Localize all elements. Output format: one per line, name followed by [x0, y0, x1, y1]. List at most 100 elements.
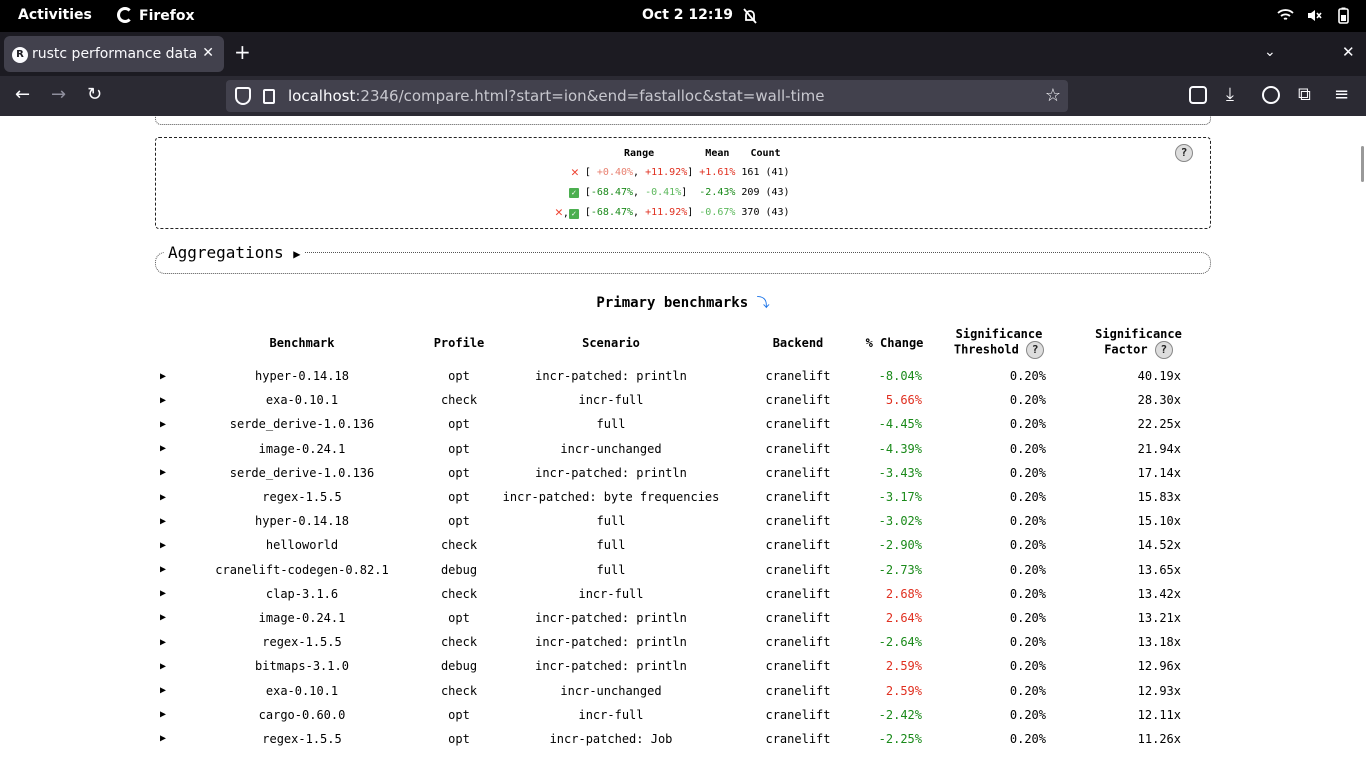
- range-high: -0.41%: [645, 186, 682, 198]
- reload-icon[interactable]: ↻: [87, 85, 102, 105]
- percent-change: 2.68%: [885, 586, 922, 601]
- table-row[interactable]: ▶ exa-0.10.1 check incr-full cranelift 5.66% 0…: [155, 388, 1209, 412]
- summary-help-button[interactable]: ?: [1175, 144, 1193, 162]
- percent-change: 5.66%: [885, 393, 922, 408]
- column-header-threshold[interactable]: Significance Threshold ?: [930, 322, 1068, 364]
- clock[interactable]: Oct 2 12:19: [642, 7, 733, 23]
- threshold-header-line2: Threshold: [953, 342, 1019, 357]
- table-row[interactable]: ▶ regex-1.5.5 opt incr-patched: byte freque…: [155, 485, 1209, 509]
- pocket-icon[interactable]: [1189, 86, 1207, 104]
- backend: cranelift: [765, 417, 831, 432]
- tracking-protection-icon[interactable]: [235, 87, 251, 105]
- system-tray[interactable]: [1277, 7, 1352, 24]
- scenario: incr-unchanged: [560, 441, 662, 456]
- significance-factor: 11.26x: [1137, 731, 1181, 746]
- expand-row-triangle-icon[interactable]: ▶: [155, 533, 171, 557]
- expand-row-triangle-icon[interactable]: ▶: [155, 654, 171, 678]
- tab-bar: R rustc performance data ✕ + ⌄ ✕: [0, 32, 1366, 76]
- percent-change: -3.17%: [878, 490, 922, 505]
- table-row[interactable]: ▶ bitmaps-3.1.0 debug incr-patched: println…: [155, 654, 1209, 678]
- table-row[interactable]: ▶ cargo-0.60.0 opt incr-full cranelift -2.42%…: [155, 703, 1209, 727]
- expand-row-triangle-icon[interactable]: ▶: [155, 388, 171, 412]
- table-row[interactable]: ▶ image-0.24.1 opt incr-unchanged cranelift -…: [155, 437, 1209, 461]
- expand-row-triangle-icon[interactable]: ▶: [155, 461, 171, 485]
- benchmark-name: hyper-0.14.18: [255, 369, 349, 384]
- table-row[interactable]: ▶ hyper-0.14.18 opt full cranelift -3.02% 0.20…: [155, 509, 1209, 533]
- significance-factor: 13.18x: [1137, 635, 1181, 650]
- page-info-icon[interactable]: [263, 89, 275, 104]
- expand-row-triangle-icon[interactable]: ▶: [155, 364, 171, 388]
- column-header-factor[interactable]: Significance Factor ?: [1068, 322, 1209, 364]
- profile: check: [440, 683, 478, 698]
- expand-row-triangle-icon[interactable]: ▶: [155, 437, 171, 461]
- aggregations-legend[interactable]: Aggregations ▶: [164, 243, 305, 262]
- summary-header-count: Count: [750, 147, 781, 159]
- significance-factor: 22.25x: [1137, 417, 1181, 432]
- table-row[interactable]: ▶ serde_derive-1.0.136 opt full cranelift -4.…: [155, 412, 1209, 436]
- table-row[interactable]: ▶ cranelift-codegen-0.82.1 debug full cranel…: [155, 558, 1209, 582]
- percent-change: 2.64%: [885, 610, 922, 625]
- significance-threshold: 0.20%: [1009, 441, 1046, 456]
- table-row[interactable]: ▶ hyper-0.14.18 opt incr-patched: println cr…: [155, 364, 1209, 388]
- bookmark-star-icon[interactable]: ☆: [1045, 85, 1061, 106]
- expand-row-triangle-icon[interactable]: ▶: [155, 678, 171, 702]
- percent-change: -2.42%: [878, 707, 922, 722]
- url-text[interactable]: localhost:2346/compare.html?start=ion&en…: [288, 87, 824, 105]
- significance-threshold: 0.20%: [1009, 586, 1046, 601]
- menu-icon[interactable]: ≡: [1334, 85, 1349, 105]
- back-icon[interactable]: ←: [15, 85, 30, 105]
- expand-row-triangle-icon[interactable]: ▶: [155, 558, 171, 582]
- table-row[interactable]: ▶ exa-0.10.1 check incr-unchanged cranelift 2…: [155, 678, 1209, 702]
- downloads-icon[interactable]: ⤓: [1226, 85, 1234, 105]
- table-row[interactable]: ▶ clap-3.1.6 check incr-full cranelift 2.68% 0…: [155, 582, 1209, 606]
- column-header-scenario[interactable]: Scenario: [485, 322, 737, 364]
- column-header-profile[interactable]: Profile: [433, 322, 485, 364]
- list-tabs-icon[interactable]: ⌄: [1264, 44, 1276, 60]
- notifications-muted-icon[interactable]: [741, 7, 759, 25]
- expand-triangle-icon[interactable]: ▶: [293, 247, 300, 261]
- backend: cranelift: [765, 707, 831, 722]
- scenario: full: [596, 514, 626, 529]
- column-header-benchmark[interactable]: Benchmark: [171, 322, 433, 364]
- url-bar[interactable]: localhost:2346/compare.html?start=ion&en…: [226, 80, 1068, 112]
- aggregations-section[interactable]: Aggregations ▶: [155, 243, 1211, 274]
- column-header-change[interactable]: % Change: [859, 322, 930, 364]
- summary-header-range: Range: [624, 147, 655, 159]
- expand-row-triangle-icon[interactable]: ▶: [155, 630, 171, 654]
- expand-row-triangle-icon[interactable]: ▶: [155, 412, 171, 436]
- factor-help-button[interactable]: ?: [1154, 341, 1173, 359]
- profile: check: [440, 393, 478, 408]
- expand-row-triangle-icon[interactable]: ▶: [155, 727, 171, 751]
- threshold-help-button[interactable]: ?: [1026, 341, 1045, 359]
- tab-active[interactable]: R rustc performance data ✕: [4, 36, 224, 72]
- expand-row-triangle-icon[interactable]: ▶: [155, 606, 171, 630]
- tab-close-icon[interactable]: ✕: [202, 45, 214, 61]
- expand-row-triangle-icon[interactable]: ▶: [155, 485, 171, 509]
- table-row[interactable]: ▶ regex-1.5.5 check incr-patched: println cr…: [155, 630, 1209, 654]
- expand-row-triangle-icon[interactable]: ▶: [155, 703, 171, 727]
- table-row[interactable]: ▶ regex-1.5.5 opt incr-patched: Job cranelif…: [155, 727, 1209, 751]
- forward-icon[interactable]: →: [51, 85, 66, 105]
- extensions-icon[interactable]: ⧉: [1298, 85, 1311, 105]
- activities-button[interactable]: Activities: [18, 7, 92, 23]
- expand-row-triangle-icon[interactable]: ▶: [155, 509, 171, 533]
- table-row[interactable]: ▶ helloworld check full cranelift -2.90% 0.20%…: [155, 533, 1209, 557]
- app-menu-button[interactable]: Firefox: [117, 7, 195, 24]
- expand-row-triangle-icon[interactable]: ▶: [155, 582, 171, 606]
- battery-icon: [1338, 7, 1349, 24]
- profile: opt: [448, 417, 470, 432]
- significance-threshold: 0.20%: [1009, 490, 1046, 505]
- new-tab-icon[interactable]: +: [234, 42, 251, 62]
- download-arrow-icon[interactable]: ⤵: [757, 296, 770, 311]
- scrollbar-thumb[interactable]: [1361, 146, 1364, 182]
- benchmark-name: clap-3.1.6: [265, 586, 339, 601]
- significance-threshold: 0.20%: [1009, 731, 1046, 746]
- table-row[interactable]: ▶ serde_derive-1.0.136 opt incr-patched: pr…: [155, 461, 1209, 485]
- significance-factor: 17.14x: [1137, 465, 1181, 480]
- column-header-backend[interactable]: Backend: [737, 322, 859, 364]
- account-icon[interactable]: [1262, 86, 1280, 104]
- benchmark-name: bitmaps-3.1.0: [255, 659, 349, 674]
- primary-title-text: Primary benchmarks: [596, 295, 749, 311]
- table-row[interactable]: ▶ image-0.24.1 opt incr-patched: println cra…: [155, 606, 1209, 630]
- window-close-icon[interactable]: ✕: [1342, 43, 1355, 61]
